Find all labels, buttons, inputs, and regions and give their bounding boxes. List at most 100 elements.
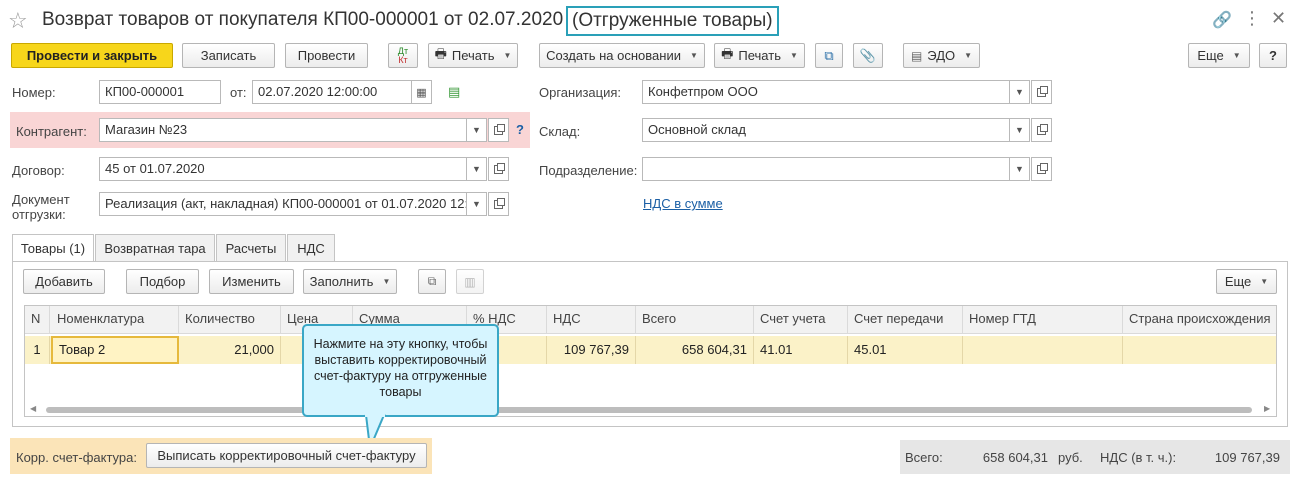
warehouse-open-button[interactable] (1031, 118, 1052, 142)
close-icon[interactable]: ✕ (1271, 8, 1286, 29)
select-button[interactable]: Подбор (126, 269, 199, 294)
col-transfer-account[interactable]: Счет передачи (848, 306, 963, 334)
counterparty-help-icon[interactable]: ? (516, 122, 524, 137)
tab-settlements-label: Расчеты (225, 240, 277, 256)
attach-button[interactable]: 📎 (853, 43, 883, 68)
favorite-star-icon[interactable]: ☆ (8, 8, 28, 34)
printer-icon: 🖶 (434, 45, 447, 61)
structure-button[interactable]: ⧉ (815, 43, 843, 68)
date-label: от: (230, 85, 247, 100)
table-more-label: Еще (1224, 274, 1252, 289)
org-dropdown-button[interactable]: ▼ (1009, 80, 1030, 104)
shipment-label-1: Документ (12, 192, 70, 207)
paste-button[interactable]: ▥ (456, 269, 484, 294)
shipment-field[interactable]: Реализация (акт, накладная) КП00-000001 … (99, 192, 467, 216)
division-label: Подразделение: (539, 163, 638, 178)
add-button[interactable]: Добавить (23, 269, 105, 294)
tab-goods[interactable]: Товары (1) (12, 234, 94, 262)
warehouse-dropdown-button[interactable]: ▼ (1009, 118, 1030, 142)
edo-button[interactable]: ▤ ЭДО ▼ (903, 43, 980, 68)
tab-settlements[interactable]: Расчеты (216, 234, 286, 261)
tab-return-tare[interactable]: Возвратная тара (95, 234, 215, 261)
counterparty-open-button[interactable] (488, 118, 509, 142)
more-label: Еще (1197, 48, 1224, 63)
title-highlight-text: (Отгруженные товары) (572, 10, 773, 31)
tooltip-text: Нажмите на эту кнопку, чтобы выставить к… (313, 337, 488, 399)
contract-dropdown-button[interactable]: ▼ (466, 157, 487, 181)
col-account[interactable]: Счет учета (754, 306, 848, 334)
scroll-left-icon[interactable]: ◀ (30, 404, 36, 413)
open-icon (494, 123, 505, 135)
col-quantity[interactable]: Количество (179, 306, 281, 334)
cell-account: 41.01 (754, 336, 848, 364)
counterparty-field[interactable]: Магазин №23 (99, 118, 467, 142)
help-button[interactable]: ? (1259, 43, 1287, 68)
link-icon[interactable]: 🔗 (1212, 10, 1232, 30)
select-label: Подбор (139, 274, 186, 289)
org-open-button[interactable] (1031, 80, 1052, 104)
col-country[interactable]: Страна происхождения (1123, 306, 1276, 334)
col-gtd[interactable]: Номер ГТД (963, 306, 1123, 334)
shipment-dropdown-button[interactable]: ▼ (466, 192, 487, 216)
chevron-down-icon: ▼ (503, 51, 512, 60)
issue-correction-invoice-button[interactable]: Выписать корректировочный счет-фактуру (146, 443, 427, 468)
cell-nomenclature[interactable]: Товар 2 (51, 336, 179, 364)
change-button[interactable]: Изменить (209, 269, 294, 294)
more-vertical-icon[interactable]: ⋮ (1243, 8, 1261, 29)
open-icon (494, 162, 505, 174)
number-field[interactable]: КП00-000001 (99, 80, 221, 104)
kt-label: Кт (398, 54, 408, 65)
chevron-down-icon: ▼ (1015, 164, 1024, 174)
vat-in-sum-link[interactable]: НДС в сумме (643, 196, 723, 211)
total-label: Всего: (905, 450, 943, 465)
edo-icon: ▤ (910, 48, 923, 63)
open-icon (1037, 123, 1048, 135)
dt-kt-button[interactable]: Дт Кт (388, 43, 418, 68)
print2-label: Печать (738, 48, 781, 63)
print2-button[interactable]: 🖶 Печать ▼ (714, 43, 805, 68)
post-label: Провести (297, 48, 356, 63)
chevron-down-icon: ▼ (1232, 51, 1241, 60)
shipment-open-button[interactable] (488, 192, 509, 216)
org-field[interactable]: Конфетпром ООО (642, 80, 1010, 104)
open-icon (494, 197, 505, 209)
structure-icon: ⧉ (824, 47, 834, 63)
date-field[interactable]: 02.07.2020 12:00:00 (252, 80, 412, 104)
counterparty-label: Контрагент: (16, 124, 87, 139)
post-close-label: Провести и закрыть (26, 48, 158, 63)
col-total[interactable]: Всего (636, 306, 754, 334)
scroll-right-icon[interactable]: ▶ (1264, 404, 1270, 413)
fill-button[interactable]: Заполнить ▼ (303, 269, 397, 294)
chevron-down-icon: ▼ (689, 51, 698, 60)
contract-field[interactable]: 45 от 01.07.2020 (99, 157, 467, 181)
fill-label: Заполнить (309, 274, 374, 289)
chevron-down-icon: ▼ (1015, 125, 1024, 135)
total-value: 658 604,31 (982, 450, 1048, 465)
tooltip: Нажмите на эту кнопку, чтобы выставить к… (302, 324, 499, 417)
tab-vat[interactable]: НДС (287, 234, 335, 261)
division-dropdown-button[interactable]: ▼ (1009, 157, 1030, 181)
horizontal-scrollbar[interactable] (46, 407, 1252, 413)
post-close-button[interactable]: Провести и закрыть (11, 43, 173, 68)
col-n[interactable]: N (25, 306, 50, 334)
chevron-down-icon: ▼ (1260, 277, 1269, 286)
contract-label: Договор: (12, 163, 65, 178)
col-vat[interactable]: НДС (547, 306, 636, 334)
calendar-button[interactable]: ▦ (411, 80, 432, 104)
create-based-label: Создать на основании (546, 48, 681, 63)
calendar-icon: ▦ (416, 86, 427, 99)
warehouse-field[interactable]: Основной склад (642, 118, 1010, 142)
table-more-button[interactable]: Еще ▼ (1216, 269, 1277, 294)
division-field[interactable] (642, 157, 1010, 181)
save-button[interactable]: Записать (182, 43, 275, 68)
more-button[interactable]: Еще ▼ (1188, 43, 1250, 68)
status-check-icon[interactable]: ▤ (448, 84, 460, 100)
division-open-button[interactable] (1031, 157, 1052, 181)
create-based-button[interactable]: Создать на основании ▼ (539, 43, 705, 68)
contract-open-button[interactable] (488, 157, 509, 181)
col-nomenclature[interactable]: Номенклатура (51, 306, 179, 334)
counterparty-dropdown-button[interactable]: ▼ (466, 118, 487, 142)
print-button[interactable]: 🖶 Печать ▼ (428, 43, 518, 68)
copy-button[interactable]: ⧉ (418, 269, 446, 294)
post-button[interactable]: Провести (285, 43, 368, 68)
